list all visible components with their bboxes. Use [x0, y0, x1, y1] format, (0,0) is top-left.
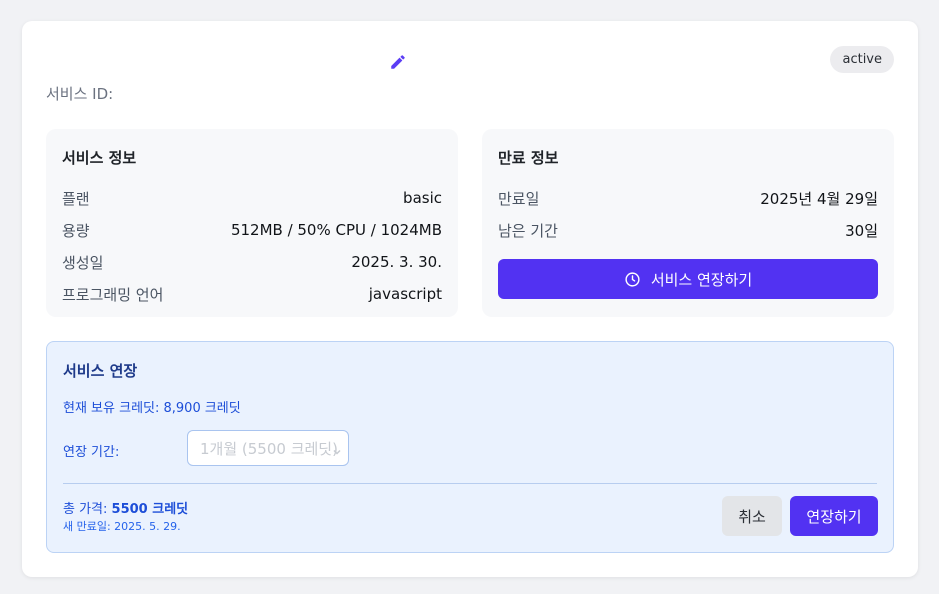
confirm-extend-button[interactable]: 연장하기: [790, 496, 878, 536]
clock-icon: [624, 271, 641, 288]
period-label: 연장 기간:: [63, 445, 120, 460]
plan-value: basic: [403, 189, 442, 207]
pencil-icon[interactable]: [388, 52, 408, 72]
total-price: 총 가격: 5500 크레딧: [63, 498, 188, 517]
capacity-row: 용량 512MB / 50% CPU / 1024MB: [62, 214, 442, 246]
service-id-label: 서비스 ID:: [46, 85, 114, 103]
remaining-row: 남은 기간 30일: [498, 214, 878, 246]
language-row: 프로그래밍 언어 javascript: [62, 278, 442, 310]
expiry-info-panel: 만료 정보 만료일 2025년 4월 29일 남은 기간 30일 서비스 연장하…: [482, 129, 894, 317]
remaining-value: 30일: [845, 221, 878, 240]
extend-service-label: 서비스 연장하기: [650, 270, 753, 289]
created-date-label: 생성일: [62, 253, 104, 272]
total-price-label: 총 가격:: [63, 502, 112, 517]
plan-row: 플랜 basic: [62, 182, 442, 214]
status-badge: active: [830, 46, 894, 73]
extension-title: 서비스 연장: [63, 362, 138, 380]
chevron-down-icon: [332, 443, 342, 455]
extension-section: 서비스 연장 현재 보유 크레딧: 8,900 크레딧 연장 기간: 1개월 (…: [46, 341, 894, 553]
service-card: active 서비스 ID: 서비스 정보 플랜 basic 용량 512MB …: [22, 21, 918, 577]
expiry-date-row: 만료일 2025년 4월 29일: [498, 182, 878, 214]
service-info-title: 서비스 정보: [62, 149, 137, 167]
remaining-label: 남은 기간: [498, 221, 558, 240]
capacity-label: 용량: [62, 221, 90, 240]
expiry-date-value: 2025년 4월 29일: [760, 189, 878, 208]
total-price-value: 5500 크레딧: [111, 502, 189, 517]
service-info-panel: 서비스 정보 플랜 basic 용량 512MB / 50% CPU / 102…: [46, 129, 458, 317]
capacity-value: 512MB / 50% CPU / 1024MB: [230, 221, 442, 239]
current-credits: 현재 보유 크레딧: 8,900 크레딧: [63, 401, 241, 416]
language-value: javascript: [368, 285, 442, 303]
period-select-value: 1개월 (5500 크레딧): [200, 439, 338, 458]
new-expiry-date: 새 만료일: 2025. 5. 29.: [63, 520, 181, 533]
divider: [63, 483, 877, 484]
service-id: 서비스 ID:: [46, 83, 113, 104]
language-label: 프로그래밍 언어: [62, 285, 164, 304]
expiry-date-label: 만료일: [498, 189, 540, 208]
period-select[interactable]: 1개월 (5500 크레딧): [187, 430, 349, 466]
created-date-row: 생성일 2025. 3. 30.: [62, 246, 442, 278]
created-date-value: 2025. 3. 30.: [351, 253, 442, 271]
cancel-button[interactable]: 취소: [722, 496, 782, 536]
extend-service-button[interactable]: 서비스 연장하기: [498, 259, 878, 299]
expiry-info-title: 만료 정보: [498, 149, 559, 167]
plan-label: 플랜: [62, 189, 90, 208]
